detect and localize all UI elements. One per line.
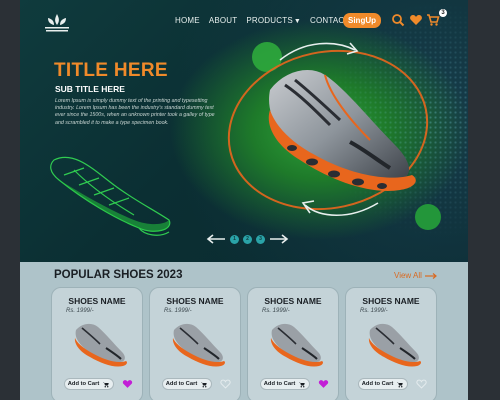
hero-shoe-image	[268, 70, 416, 191]
cart-small-icon	[201, 381, 208, 387]
nav-products[interactable]: PRODUCTS▼	[246, 16, 301, 25]
product-name: SHOES NAME	[362, 296, 420, 306]
add-to-cart-label: Add to Cart	[67, 381, 100, 387]
hero-carousel-controls: 1 2 3	[206, 234, 289, 244]
view-all-label: View All	[394, 271, 422, 280]
product-card[interactable]: SHOES NAME Rs. 1999/- Add to Cart	[247, 287, 339, 400]
hero-banner: HOME ABOUT PRODUCTS▼ CONTACT SingUp 3 TI…	[20, 0, 468, 262]
product-shoe-image	[368, 323, 421, 367]
product-card[interactable]: SHOES NAME Rs. 1999/- Add to Cart	[51, 287, 143, 400]
brand-logo-icon[interactable]	[42, 12, 72, 34]
product-price: Rs. 1999/-	[262, 308, 290, 314]
product-price: Rs. 1999/-	[360, 308, 388, 314]
hero-subtitle: SUB TITLE HERE	[55, 84, 125, 94]
product-shoe-image	[172, 323, 225, 367]
signup-button[interactable]: SingUp	[343, 13, 381, 28]
ghost-shoe-image	[50, 156, 171, 236]
product-name: SHOES NAME	[264, 296, 322, 306]
chevron-down-icon: ▼	[293, 18, 302, 25]
add-to-cart-button[interactable]: Add to Cart	[358, 378, 408, 390]
product-shoe-image	[270, 323, 323, 367]
heart-icon[interactable]	[122, 379, 133, 389]
add-to-cart-button[interactable]: Add to Cart	[162, 378, 212, 390]
carousel-dot-3[interactable]: 3	[256, 234, 265, 244]
heart-icon[interactable]	[416, 379, 427, 389]
hero-description: Lorem Ipsum is simply dummy text of the …	[55, 98, 215, 126]
nav-products-label: PRODUCTS	[246, 16, 293, 25]
product-card[interactable]: SHOES NAME Rs. 1999/- Add to Cart	[345, 287, 437, 400]
product-card[interactable]: SHOES NAME Rs. 1999/- Add to Cart	[149, 287, 241, 400]
product-price: Rs. 1999/-	[164, 308, 192, 314]
carousel-dot-2[interactable]: 2	[243, 234, 252, 244]
product-price: Rs. 1999/-	[66, 308, 94, 314]
nav-about[interactable]: ABOUT	[209, 16, 238, 25]
view-all-link[interactable]: View All	[394, 271, 437, 280]
popular-title: POPULAR SHOES 2023	[54, 269, 183, 281]
heart-icon[interactable]	[318, 379, 329, 389]
cart-small-icon	[397, 381, 404, 387]
arrow-right-icon[interactable]	[269, 234, 289, 244]
main-nav: HOME ABOUT PRODUCTS▼ CONTACT	[175, 16, 350, 25]
heart-icon[interactable]	[409, 13, 423, 27]
add-to-cart-label: Add to Cart	[263, 381, 296, 387]
arrow-right-icon	[424, 272, 437, 279]
hero-title: TITLE HERE	[54, 60, 168, 81]
product-name: SHOES NAME	[166, 296, 224, 306]
add-to-cart-button[interactable]: Add to Cart	[64, 378, 114, 390]
cart-count-badge: 3	[439, 9, 447, 17]
product-shoe-image	[74, 323, 127, 367]
carousel-dot-1[interactable]: 1	[230, 234, 239, 244]
add-to-cart-label: Add to Cart	[361, 381, 394, 387]
cart-small-icon	[299, 381, 306, 387]
heart-icon[interactable]	[220, 379, 231, 389]
product-name: SHOES NAME	[68, 296, 126, 306]
nav-home[interactable]: HOME	[175, 16, 200, 25]
search-icon[interactable]	[391, 13, 405, 27]
cart-icon[interactable]	[426, 13, 440, 27]
add-to-cart-button[interactable]: Add to Cart	[260, 378, 310, 390]
popular-section: POPULAR SHOES 2023 View All SHOES NAME R…	[20, 262, 468, 400]
arrow-left-icon[interactable]	[206, 234, 226, 244]
add-to-cart-label: Add to Cart	[165, 381, 198, 387]
cart-small-icon	[103, 381, 110, 387]
